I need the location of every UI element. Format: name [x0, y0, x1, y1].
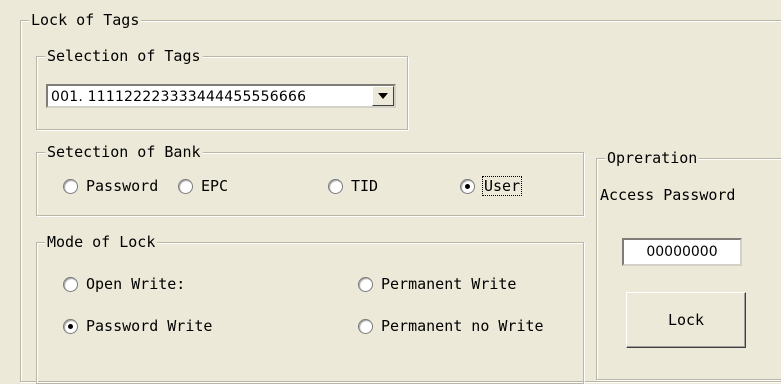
tag-select-value: 001. 111122223333444455556666	[51, 89, 307, 105]
mode-radio-password-write-label: Password Write	[86, 317, 213, 335]
radio-dot-checked	[63, 318, 78, 334]
access-password-label: Access Password	[600, 186, 736, 204]
mode-radio-permanent-write[interactable]: Permanent Write	[358, 273, 556, 295]
lock-button[interactable]: Lock	[626, 292, 746, 348]
mode-of-lock-group: Mode of Lock	[36, 232, 584, 384]
bank-radio-user-label: User	[481, 176, 523, 196]
mode-radio-open-write[interactable]: Open Write:	[63, 273, 251, 295]
bank-radio-tid-label: TID	[351, 177, 379, 195]
bank-radio-password[interactable]: Password	[63, 175, 178, 197]
mode-radio-permanent-no-write-label: Permanent no Write	[381, 317, 544, 335]
lock-button-label: Lock	[667, 311, 705, 329]
radio-dot	[63, 178, 78, 194]
tag-select-combobox[interactable]: 001. 111122223333444455556666	[46, 84, 396, 108]
mode-radio-permanent-write-label: Permanent Write	[381, 275, 517, 293]
selection-of-tags-legend: Selection of Tags	[45, 46, 203, 66]
bank-radio-password-label: Password	[86, 177, 159, 195]
mode-of-lock-legend: Mode of Lock	[45, 232, 158, 252]
chevron-down-icon	[378, 93, 388, 99]
tag-select-dropdown-button[interactable]	[372, 86, 394, 106]
selection-of-bank-legend: Setection of Bank	[45, 142, 203, 162]
radio-dot-checked	[460, 178, 475, 194]
access-password-input[interactable]: 00000000	[622, 238, 742, 266]
radio-dot	[328, 178, 343, 194]
radio-dot	[63, 276, 78, 292]
bank-radio-epc[interactable]: EPC	[178, 175, 228, 197]
mode-radio-open-write-label: Open Write:	[86, 275, 186, 293]
operation-legend: Opreration	[605, 148, 700, 168]
radio-dot	[358, 276, 373, 292]
radio-dot	[358, 318, 373, 334]
lock-of-tags-legend: Lock of Tags	[29, 10, 142, 30]
bank-radio-epc-label: EPC	[201, 177, 229, 195]
mode-radio-permanent-no-write[interactable]: Permanent no Write	[358, 315, 583, 337]
bank-radio-user[interactable]: User	[460, 175, 523, 197]
mode-radio-password-write[interactable]: Password Write	[63, 315, 212, 337]
radio-dot	[178, 178, 193, 194]
bank-radio-tid[interactable]: TID	[328, 175, 378, 197]
